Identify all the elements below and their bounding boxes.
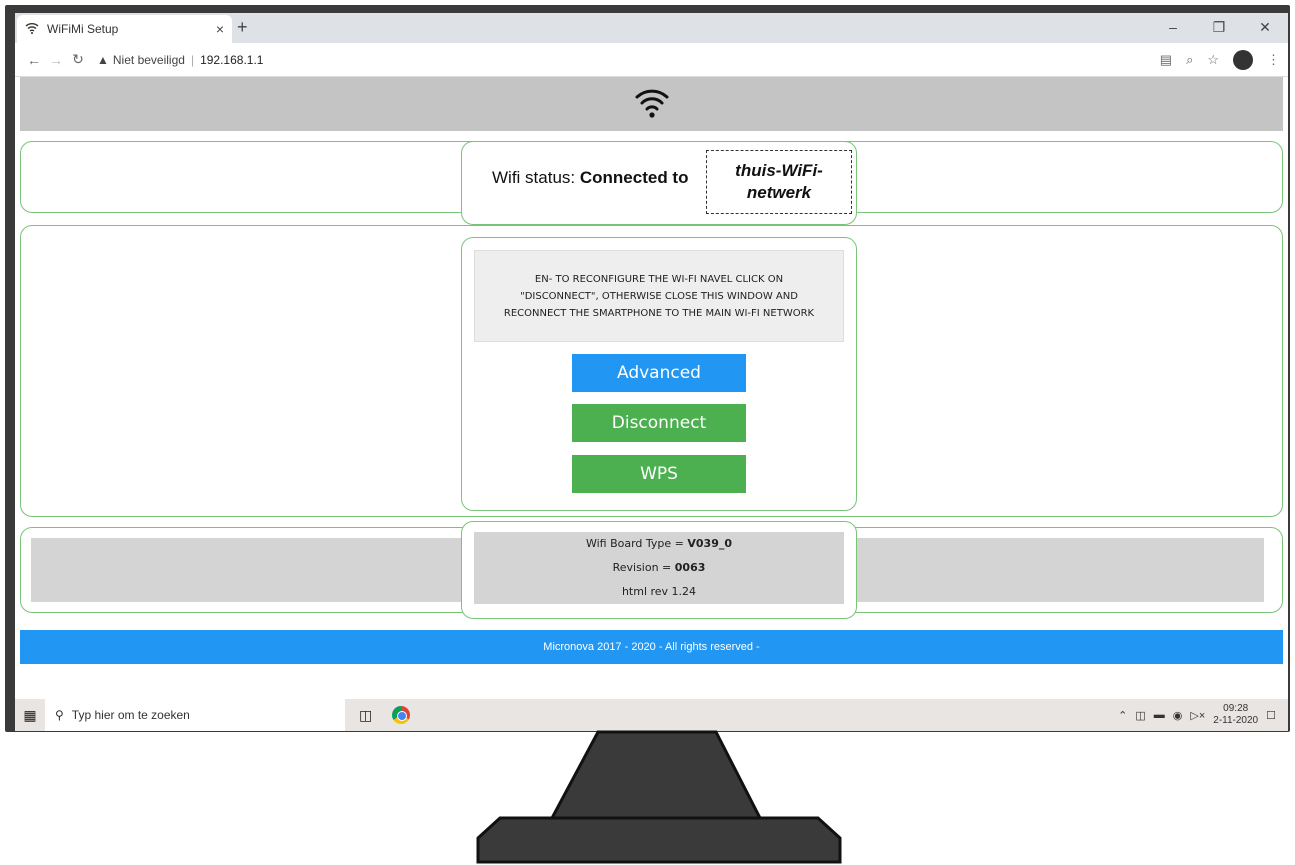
revision-label: Revision = <box>612 561 675 574</box>
profile-avatar[interactable] <box>1233 49 1253 70</box>
browser-tab[interactable]: WiFiMi Setup × <box>17 15 232 43</box>
volume-muted-icon[interactable]: ▷× <box>1190 709 1205 722</box>
page-footer: Micronova 2017 - 2020 - All rights reser… <box>20 630 1283 664</box>
advanced-button[interactable]: Advanced <box>572 354 746 392</box>
actions-card: EN- TO RECONFIGURE THE WI-FI NAVEL CLICK… <box>461 237 857 511</box>
clock[interactable]: 09:28 2-11-2020 <box>1213 703 1258 727</box>
globe-icon[interactable]: ◉ <box>1173 709 1183 722</box>
wifi-status-label: Wifi status: <box>492 168 576 187</box>
search-placeholder: Typ hier om te zoeken <box>71 708 190 722</box>
bookmark-star-icon[interactable]: ☆ <box>1207 52 1219 68</box>
new-tab-button[interactable]: + <box>237 17 248 38</box>
separator: | <box>190 52 195 67</box>
menu-dots-icon[interactable]: ⋮ <box>1267 52 1280 68</box>
forward-icon[interactable]: → <box>45 52 67 68</box>
board-type-label: Wifi Board Type = <box>585 537 688 550</box>
screen: WiFiMi Setup × + – ❐ ✕ ← → ↻ ▲ Niet beve… <box>15 13 1288 731</box>
wifi-icon <box>25 22 41 37</box>
chrome-icon[interactable] <box>392 706 411 724</box>
system-tray: ⌃ ◫ ▬ ◉ ▷× 09:28 2-11-2020 ☐ <box>1118 703 1288 727</box>
wifi-status-value: Connected to <box>579 168 689 187</box>
back-icon[interactable]: ← <box>23 52 45 68</box>
battery-icon[interactable]: ▬ <box>1154 709 1165 721</box>
wps-button[interactable]: WPS <box>572 455 746 493</box>
browser-tab-bar: WiFiMi Setup × + – ❐ ✕ <box>15 13 1288 43</box>
wifi-logo-icon <box>634 85 670 124</box>
monitor-frame: WiFiMi Setup × + – ❐ ✕ ← → ↻ ▲ Niet beve… <box>5 5 1290 732</box>
translate-icon[interactable]: ▤ <box>1160 52 1172 68</box>
board-type-value: V039_0 <box>687 537 733 550</box>
clock-date: 2-11-2020 <box>1213 715 1259 726</box>
revision-line: Revision = 0063 <box>474 556 844 580</box>
reload-icon[interactable]: ↻ <box>67 51 89 68</box>
clock-time: 09:28 <box>1223 703 1249 714</box>
network-tray-icon[interactable]: ◫ <box>1135 709 1145 722</box>
page-header <box>20 77 1283 131</box>
minimize-icon[interactable]: – <box>1150 13 1196 43</box>
search-icon: ⚲ <box>55 708 64 722</box>
taskbar-search[interactable]: ⚲ Typ hier om te zoeken <box>45 699 345 731</box>
task-view-icon[interactable]: ◫ <box>359 707 372 724</box>
address-bar: ← → ↻ ▲ Niet beveiligd | 192.168.1.1 ▤ ⌕… <box>15 43 1288 77</box>
instruction-message: EN- TO RECONFIGURE THE WI-FI NAVEL CLICK… <box>474 250 844 342</box>
page-content: Wifi status: Connected to thuis-WiFi-net… <box>15 77 1288 707</box>
disconnect-button[interactable]: Disconnect <box>572 404 746 442</box>
warning-icon: ▲ <box>97 52 109 67</box>
board-type-line: Wifi Board Type = V039_0 <box>474 532 844 556</box>
security-label: Niet beveiligd <box>112 52 185 67</box>
html-rev: html rev 1.24 <box>621 585 697 598</box>
wifi-status-text: Wifi status: Connected to <box>492 168 688 188</box>
zoom-icon[interactable]: ⌕ <box>1186 52 1193 68</box>
windows-taskbar: ▦ ⚲ Typ hier om te zoeken ◫ ⌃ ◫ ▬ ◉ ▷× 0… <box>15 699 1288 731</box>
board-info-card: Wifi Board Type = V039_0 Revision = 0063… <box>461 521 857 619</box>
restore-icon[interactable]: ❐ <box>1196 13 1242 43</box>
chevron-up-icon[interactable]: ⌃ <box>1118 709 1127 722</box>
tab-title: WiFiMi Setup <box>47 22 119 36</box>
close-window-icon[interactable]: ✕ <box>1242 13 1288 43</box>
wifi-status-card: Wifi status: Connected to thuis-WiFi-net… <box>461 141 857 225</box>
board-info: Wifi Board Type = V039_0 Revision = 0063… <box>474 532 844 604</box>
ssid-name: thuis-WiFi-netwerk <box>706 150 852 214</box>
revision-value: 0063 <box>674 561 706 574</box>
omnibox[interactable]: ▲ Niet beveiligd | 192.168.1.1 <box>97 53 263 67</box>
windows-start-icon[interactable]: ▦ <box>15 707 45 724</box>
close-tab-icon[interactable]: × <box>216 21 224 37</box>
notifications-icon[interactable]: ☐ <box>1266 709 1276 722</box>
url-text[interactable]: 192.168.1.1 <box>200 53 263 67</box>
